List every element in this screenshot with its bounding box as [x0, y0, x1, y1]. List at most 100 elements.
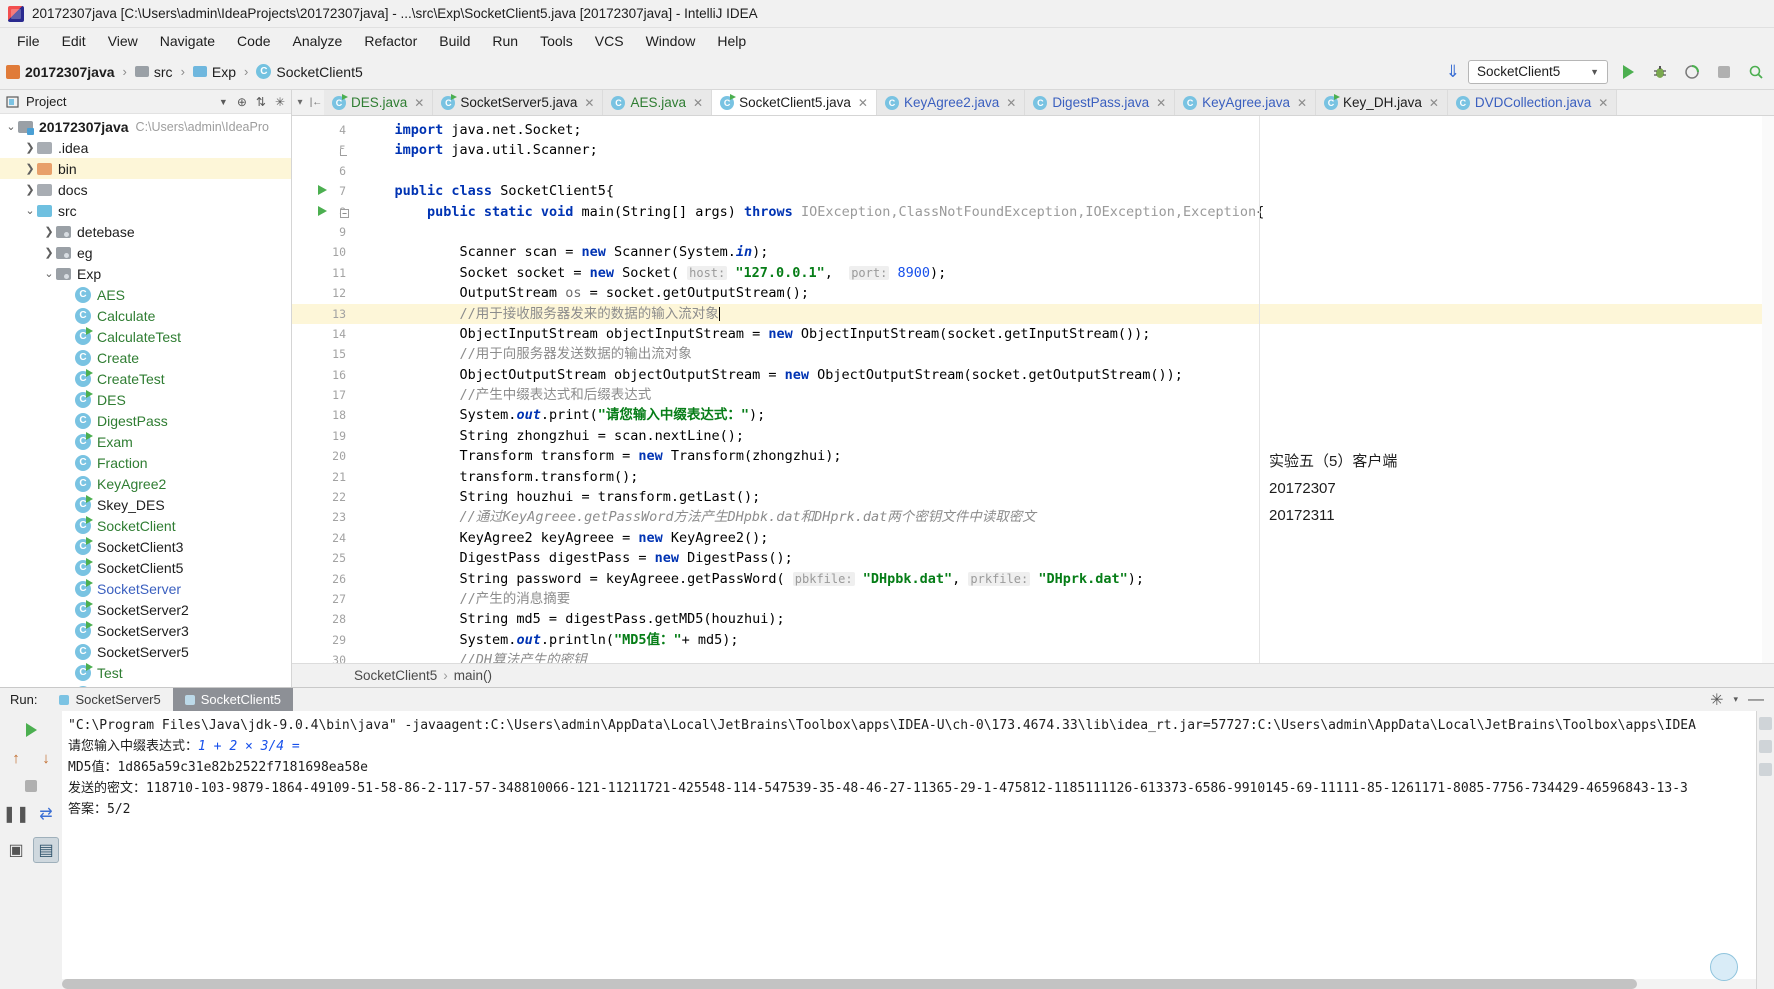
run-gutter-icon[interactable]: [318, 185, 327, 196]
gutter-line-29[interactable]: 29: [292, 630, 354, 650]
stop-icon[interactable]: [18, 773, 44, 799]
editor-tab-aes[interactable]: C AES.java ✕: [603, 90, 713, 115]
gutter-line-7[interactable]: 7: [292, 181, 354, 201]
menu-item-tools[interactable]: Tools: [529, 31, 584, 51]
code-line-25[interactable]: DigestPass digestPass = new DigestPass()…: [354, 548, 1774, 568]
code-content[interactable]: 实验五（5）客户端 20172307 20172311 import java.ne…: [354, 116, 1774, 663]
tree-item-detebase[interactable]: ❯ detebase: [0, 221, 291, 242]
tree-item-keyagree2[interactable]: C KeyAgree2: [0, 473, 291, 494]
project-tree[interactable]: ⌄ 20172307java C:\Users\admin\IdeaPro ❯ .ide…: [0, 114, 291, 687]
editor-breadcrumb-item[interactable]: SocketClient5: [354, 668, 437, 683]
breadcrumb-item-20172307java[interactable]: 20172307java: [6, 64, 115, 80]
menu-item-file[interactable]: File: [6, 31, 51, 51]
menu-item-analyze[interactable]: Analyze: [282, 31, 354, 51]
gutter-line-16[interactable]: 16: [292, 365, 354, 385]
code-line-30[interactable]: //DH算法产生的密钥: [354, 650, 1774, 663]
close-icon[interactable]: ✕: [1006, 96, 1016, 110]
code-line-20[interactable]: Transform transform = new Transform(zhon…: [354, 446, 1774, 466]
run-tab-socketclient5[interactable]: SocketClient5: [172, 688, 293, 711]
expand-collapse-icon[interactable]: ⇅: [256, 95, 266, 109]
gutter-line-5[interactable]: 5: [292, 140, 354, 160]
gutter-line-25[interactable]: 25: [292, 548, 354, 568]
chevron-down-icon[interactable]: ▾: [1733, 694, 1738, 705]
chevron-down-icon[interactable]: ▼: [219, 97, 228, 107]
download-arrow-icon[interactable]: ⇓: [1446, 62, 1460, 82]
tree-item-fraction[interactable]: C Fraction: [0, 452, 291, 473]
tree-item-socketserver2[interactable]: C SocketServer2: [0, 599, 291, 620]
breadcrumb-item-exp[interactable]: Exp: [192, 64, 236, 80]
gutter-line-9[interactable]: 9: [292, 222, 354, 242]
locate-icon[interactable]: ⊕: [237, 95, 247, 109]
code-line-29[interactable]: System.out.println("MD5值："+ md5);: [354, 630, 1774, 650]
pause-icon[interactable]: ❚❚: [3, 801, 30, 827]
menu-item-vcs[interactable]: VCS: [584, 31, 635, 51]
editor-tab-dvdcollection[interactable]: C DVDCollection.java ✕: [1447, 90, 1618, 115]
run-configuration-selector[interactable]: SocketClient5 ▼: [1468, 59, 1608, 84]
close-icon[interactable]: ✕: [1429, 96, 1439, 110]
gutter-line-26[interactable]: 26: [292, 569, 354, 589]
menu-item-build[interactable]: Build: [428, 31, 481, 51]
code-line-16[interactable]: ObjectOutputStream objectOutputStream = …: [354, 365, 1774, 385]
tree-item-socketclient[interactable]: C SocketClient: [0, 515, 291, 536]
code-line-26[interactable]: String password = keyAgreee.getPassWord(…: [354, 569, 1774, 589]
chevron-down-icon[interactable]: ⌄: [4, 120, 18, 133]
code-line-13[interactable]: //用于接收服务器发来的数据的输入流对象: [354, 303, 1774, 324]
code-line-21[interactable]: transform.transform();: [354, 467, 1774, 487]
gutter-line-18[interactable]: 18: [292, 405, 354, 425]
breadcrumb-item-src[interactable]: src: [134, 64, 173, 80]
tree-item-exp[interactable]: ⌄ Exp: [0, 263, 291, 284]
gutter-line-11[interactable]: 11: [292, 263, 354, 283]
editor-tab-socketserver5[interactable]: C SocketServer5.java ✕: [433, 90, 604, 115]
settings-gear-icon[interactable]: ✳: [1710, 690, 1723, 710]
code-line-5[interactable]: import java.util.Scanner;: [354, 140, 1774, 160]
tree-item-create[interactable]: C Create: [0, 347, 291, 368]
gutter-line-10[interactable]: 10: [292, 242, 354, 262]
tree-item-src[interactable]: ⌄ src: [0, 200, 291, 221]
camera-icon[interactable]: ▣: [3, 837, 29, 863]
code-line-28[interactable]: String md5 = digestPass.getMD5(houzhui);: [354, 609, 1774, 629]
coverage-icon[interactable]: [1680, 60, 1704, 84]
menu-item-window[interactable]: Window: [635, 31, 707, 51]
tree-item-socketserver[interactable]: C SocketServer: [0, 578, 291, 599]
tree-item-eg[interactable]: ❯ eg: [0, 242, 291, 263]
close-icon[interactable]: ✕: [1598, 96, 1608, 110]
soft-wrap-icon[interactable]: ⇄: [33, 801, 59, 827]
editor-tab-des[interactable]: C DES.java ✕: [324, 90, 434, 115]
editor-tab-keyagree[interactable]: C KeyAgree.java ✕: [1175, 90, 1317, 115]
tab-list-dropdown-icon[interactable]: ▾: [292, 90, 308, 115]
tree-item-socketserver3[interactable]: C SocketServer3: [0, 620, 291, 641]
menu-item-edit[interactable]: Edit: [51, 31, 97, 51]
chevron-right-icon[interactable]: ❯: [23, 141, 37, 154]
tree-item-des[interactable]: C DES: [0, 389, 291, 410]
editor-tab-socketclient5[interactable]: C SocketClient5.java ✕: [712, 90, 877, 115]
editor-breadcrumb-item[interactable]: main(): [454, 668, 492, 683]
menu-item-navigate[interactable]: Navigate: [149, 31, 226, 51]
tab-scroll-left-icon[interactable]: |←: [308, 90, 324, 115]
code-line-17[interactable]: //产生中缀表达式和后缀表达式: [354, 385, 1774, 405]
code-line-27[interactable]: //产生的消息摘要: [354, 589, 1774, 609]
editor-tab-digestpass[interactable]: C DigestPass.java ✕: [1025, 90, 1176, 115]
tree-item-aes[interactable]: C AES: [0, 284, 291, 305]
code-editor[interactable]: 45678−9101112131415161718192021222324252…: [292, 116, 1774, 663]
menu-item-view[interactable]: View: [97, 31, 149, 51]
close-icon[interactable]: ✕: [693, 96, 703, 110]
code-line-7[interactable]: public class SocketClient5{: [354, 181, 1774, 201]
ant-tool-icon[interactable]: [1759, 763, 1772, 776]
tree-item-20172307java[interactable]: ⌄ 20172307java C:\Users\admin\IdeaPro: [0, 116, 291, 137]
minimize-icon[interactable]: —: [1748, 691, 1764, 709]
console-horizontal-scrollbar[interactable]: [62, 979, 1756, 989]
tree-item-transform[interactable]: C Transform: [0, 683, 291, 687]
code-line-24[interactable]: KeyAgree2 keyAgreee = new KeyAgree2();: [354, 528, 1774, 548]
down-arrow-icon[interactable]: ↓: [33, 745, 59, 771]
tree-item-calculatetest[interactable]: C CalculateTest: [0, 326, 291, 347]
code-line-6[interactable]: [354, 161, 1774, 181]
gutter-line-8[interactable]: 8−: [292, 202, 354, 222]
error-stripe-marker-bar[interactable]: [1762, 116, 1774, 663]
run-tab-socketserver5[interactable]: SocketServer5: [47, 688, 172, 711]
menu-item-refactor[interactable]: Refactor: [353, 31, 428, 51]
tree-item-exam[interactable]: C Exam: [0, 431, 291, 452]
close-icon[interactable]: ✕: [1297, 96, 1307, 110]
code-line-4[interactable]: import java.net.Socket;: [354, 120, 1774, 140]
database-tool-icon[interactable]: [1759, 740, 1772, 753]
tree-item-socketclient5[interactable]: C SocketClient5: [0, 557, 291, 578]
